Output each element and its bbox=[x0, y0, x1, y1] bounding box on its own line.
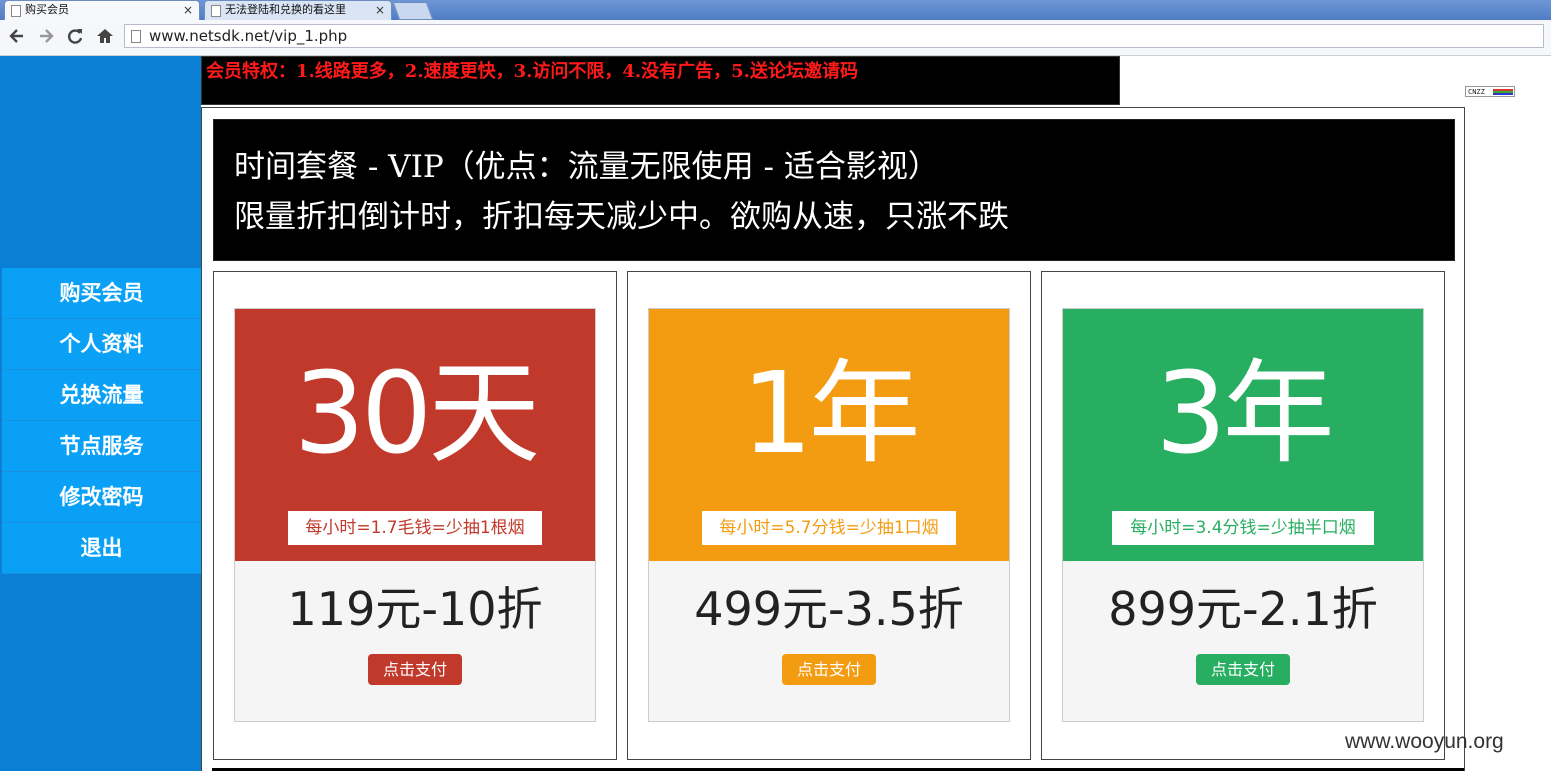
tab-login-help[interactable]: 无法登陆和兑换的看这里 × bbox=[204, 0, 392, 20]
address-bar[interactable]: www.netsdk.net/vip_1.php bbox=[124, 24, 1544, 48]
banner-subtitle: 限量折扣倒计时，折扣每天减少中。欲购从速，只涨不跌 bbox=[234, 199, 1009, 235]
plan-hourly-rate: 每小时=1.7毛钱=少抽1根烟 bbox=[288, 511, 542, 545]
plan-price: 899元-2.1折 bbox=[1108, 582, 1378, 636]
cnzz-logo-icon bbox=[1493, 89, 1513, 95]
member-privileges-marquee: 会员特权：1.线路更多，2.速度更快，3.访问不限，4.没有广告，5.送论坛邀请… bbox=[201, 56, 1120, 105]
page-icon bbox=[11, 5, 21, 17]
sidebar-item-redeem-traffic[interactable]: 兑换流量 bbox=[2, 370, 201, 421]
cnzz-badge[interactable]: CNZZ bbox=[1465, 86, 1515, 97]
main-content: 时间套餐 - VIP（优点：流量无限使用 - 适合影视） 限量折扣倒计时，折扣每… bbox=[201, 107, 1465, 771]
plan-header: 3年 每小时=3.4分钱=少抽半口烟 bbox=[1063, 309, 1423, 561]
plan-duration: 3年 bbox=[1155, 349, 1334, 479]
plan-hourly-rate: 每小时=3.4分钱=少抽半口烟 bbox=[1112, 511, 1374, 545]
home-icon[interactable] bbox=[94, 26, 116, 48]
plan-card-1-year: 1年 每小时=5.7分钱=少抽1口烟 499元-3.5折 点击支付 bbox=[627, 271, 1031, 760]
page-icon bbox=[131, 30, 141, 43]
package-banner: 时间套餐 - VIP（优点：流量无限使用 - 适合影视） 限量折扣倒计时，折扣每… bbox=[213, 119, 1455, 261]
back-icon[interactable] bbox=[6, 26, 28, 48]
browser-tabstrip: 购买会员 × 无法登陆和兑换的看这里 × bbox=[0, 0, 1551, 20]
plan-price: 119元-10折 bbox=[287, 582, 543, 636]
sidebar-item-buy-vip[interactable]: 购买会员 bbox=[2, 268, 201, 319]
plan-panel: 30天 每小时=1.7毛钱=少抽1根烟 119元-10折 点击支付 bbox=[234, 308, 596, 722]
tab-vip-purchase[interactable]: 购买会员 × bbox=[4, 0, 200, 20]
sidebar: 购买会员 个人资料 兑换流量 节点服务 修改密码 退出 bbox=[0, 56, 201, 771]
reload-icon[interactable] bbox=[64, 26, 86, 48]
new-tab-button[interactable] bbox=[392, 2, 434, 20]
close-icon[interactable]: × bbox=[375, 1, 385, 19]
close-icon[interactable]: × bbox=[183, 1, 193, 19]
tab-title: 购买会员 bbox=[25, 3, 69, 16]
url-text[interactable]: www.netsdk.net/vip_1.php bbox=[149, 25, 347, 47]
plan-panel: 3年 每小时=3.4分钱=少抽半口烟 899元-2.1折 点击支付 bbox=[1062, 308, 1424, 722]
pay-button[interactable]: 点击支付 bbox=[782, 654, 876, 685]
plan-header: 30天 每小时=1.7毛钱=少抽1根烟 bbox=[235, 309, 595, 561]
pay-button[interactable]: 点击支付 bbox=[1196, 654, 1290, 685]
tab-title: 无法登陆和兑换的看这里 bbox=[225, 3, 346, 16]
sidebar-item-profile[interactable]: 个人资料 bbox=[2, 319, 201, 370]
plan-header: 1年 每小时=5.7分钱=少抽1口烟 bbox=[649, 309, 1009, 561]
sidebar-item-node-service[interactable]: 节点服务 bbox=[2, 421, 201, 472]
plan-hourly-rate: 每小时=5.7分钱=少抽1口烟 bbox=[702, 511, 956, 545]
plan-duration: 30天 bbox=[293, 349, 541, 479]
pay-button[interactable]: 点击支付 bbox=[368, 654, 462, 685]
plan-panel: 1年 每小时=5.7分钱=少抽1口烟 499元-3.5折 点击支付 bbox=[648, 308, 1010, 722]
page-icon bbox=[211, 5, 221, 17]
forward-icon[interactable] bbox=[35, 26, 57, 48]
plan-duration: 1年 bbox=[741, 349, 920, 479]
sidebar-menu: 购买会员 个人资料 兑换流量 节点服务 修改密码 退出 bbox=[2, 268, 201, 574]
plan-card-30-days: 30天 每小时=1.7毛钱=少抽1根烟 119元-10折 点击支付 bbox=[213, 271, 617, 760]
browser-toolbar: www.netsdk.net/vip_1.php bbox=[0, 20, 1551, 56]
cnzz-label: CNZZ bbox=[1468, 88, 1485, 96]
sidebar-item-change-password[interactable]: 修改密码 bbox=[2, 472, 201, 523]
banner-title: 时间套餐 - VIP（优点：流量无限使用 - 适合影视） bbox=[234, 149, 939, 185]
sidebar-item-logout[interactable]: 退出 bbox=[2, 523, 201, 574]
watermark: www.wooyun.org bbox=[1345, 730, 1504, 753]
plan-card-3-years: 3年 每小时=3.4分钱=少抽半口烟 899元-2.1折 点击支付 bbox=[1041, 271, 1445, 760]
plan-price: 499元-3.5折 bbox=[694, 582, 964, 636]
